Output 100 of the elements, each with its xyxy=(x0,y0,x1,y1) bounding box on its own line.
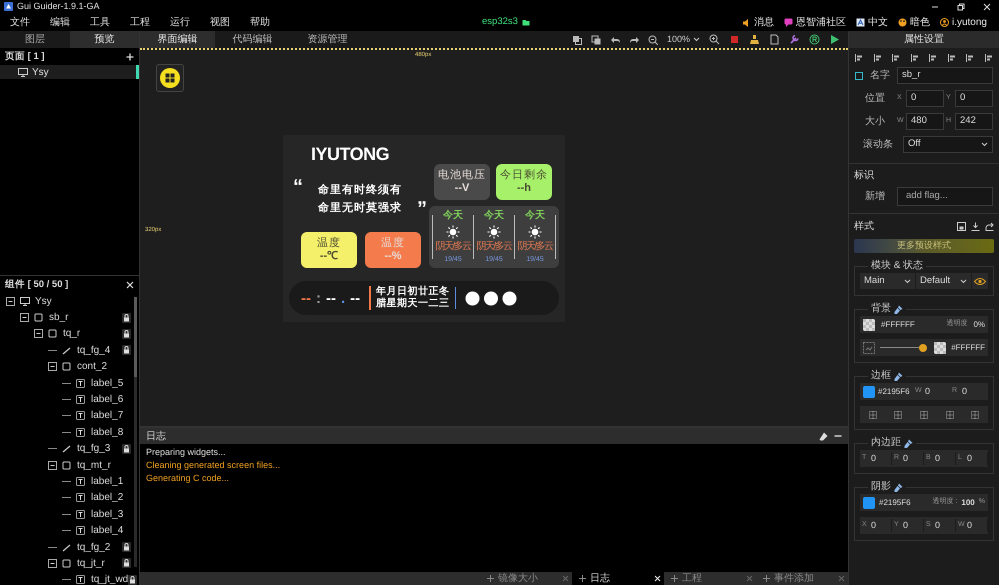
align-icon[interactable] xyxy=(874,54,882,62)
header-link[interactable]: 恩智浦社区 xyxy=(784,14,846,30)
align-icon[interactable] xyxy=(948,54,956,62)
eraser-icon[interactable] xyxy=(819,432,828,440)
menu-item[interactable]: 编辑 xyxy=(50,14,70,30)
stop-icon[interactable] xyxy=(729,34,740,45)
dock-tab[interactable]: 工程 xyxy=(664,572,756,585)
state-select[interactable]: Default xyxy=(916,273,972,289)
align-icon[interactable] xyxy=(910,54,919,62)
input-field[interactable]: 0 xyxy=(906,90,944,107)
download-icon[interactable] xyxy=(971,222,980,231)
swatch-icon[interactable] xyxy=(934,342,946,354)
tree-item[interactable]: tq_jt_r xyxy=(0,555,139,572)
menu-item[interactable]: 工具 xyxy=(90,14,110,30)
flag-input[interactable]: add flag... xyxy=(897,187,993,206)
menu-item[interactable]: 视图 xyxy=(210,14,230,30)
editor-tab[interactable]: 代码编辑 xyxy=(215,31,290,48)
collapse-toggle-icon[interactable] xyxy=(6,296,15,306)
wrench-icon[interactable] xyxy=(789,34,800,45)
menu-item[interactable]: 运行 xyxy=(170,14,190,30)
share-icon[interactable] xyxy=(985,222,994,231)
tree-item[interactable]: label_2 xyxy=(0,490,139,506)
header-link[interactable]: 消息 xyxy=(742,14,774,30)
tree-item[interactable]: Ysy xyxy=(0,293,139,310)
duplicate-icon[interactable] xyxy=(590,34,601,44)
align-icon[interactable] xyxy=(929,54,938,62)
align-icon[interactable] xyxy=(892,54,900,62)
tree-item[interactable]: tq_jt_wd xyxy=(0,572,139,585)
swatch-icon[interactable] xyxy=(863,318,875,330)
field-value: 0 xyxy=(935,452,940,465)
preset-style-button[interactable]: 更多预设样式 xyxy=(854,239,994,253)
brush-icon[interactable] xyxy=(749,34,760,45)
input-field[interactable]: 0 xyxy=(955,90,993,107)
sun-icon xyxy=(446,224,460,239)
tree-item[interactable]: tq_fg_4 xyxy=(0,342,139,359)
dock-tab[interactable]: 日志 xyxy=(572,572,664,585)
color-swatch[interactable] xyxy=(863,496,875,508)
dock-tab[interactable]: 事件添加 xyxy=(756,572,848,585)
page-item[interactable]: Ysy xyxy=(0,65,139,79)
tree-item[interactable]: label_4 xyxy=(0,522,139,539)
dock-tab[interactable]: 镜像大小 xyxy=(480,572,572,585)
save-icon[interactable] xyxy=(957,222,966,231)
tree-item[interactable]: label_1 xyxy=(0,473,139,490)
tree-item[interactable]: tq_fg_2 xyxy=(0,538,139,556)
zoom-in-icon[interactable] xyxy=(709,34,720,45)
slider-thumb[interactable] xyxy=(918,344,927,352)
tree-item[interactable]: sb_r xyxy=(0,309,139,326)
input-field[interactable]: sb_r xyxy=(897,67,993,84)
border-side-icon[interactable] xyxy=(946,410,954,418)
border-side-icon[interactable] xyxy=(894,410,902,418)
color-swatch[interactable] xyxy=(863,386,875,398)
editor-tab[interactable]: 资源管理 xyxy=(290,31,365,48)
tree-item[interactable]: label_7 xyxy=(0,408,139,424)
panel-tab[interactable]: 预览 xyxy=(70,31,139,48)
state-select[interactable]: Main xyxy=(860,273,916,289)
collapse-toggle-icon[interactable] xyxy=(48,558,57,568)
input-field[interactable]: 480 xyxy=(906,113,944,130)
redo-icon[interactable] xyxy=(628,34,639,44)
border-side-icon[interactable] xyxy=(868,410,877,418)
header-link[interactable]: i.yutong xyxy=(940,14,987,30)
menu-item[interactable]: 文件 xyxy=(10,14,30,30)
menu-item[interactable]: 工程 xyxy=(130,14,150,30)
image-icon[interactable] xyxy=(863,342,875,354)
editor-tab[interactable]: 界面编辑 xyxy=(140,31,215,48)
collapse-toggle-icon[interactable] xyxy=(48,460,57,470)
restore-icon[interactable] xyxy=(957,2,965,10)
tree-item[interactable]: label_5 xyxy=(0,374,139,392)
checkbox[interactable] xyxy=(855,72,863,80)
panel-tab[interactable]: 图层 xyxy=(0,31,70,48)
copy-icon[interactable] xyxy=(572,34,582,44)
tree-item[interactable]: cont_2 xyxy=(0,358,139,375)
zoom-select[interactable]: 100% xyxy=(666,32,700,46)
collapse-toggle-icon[interactable] xyxy=(34,329,43,338)
border-side-icon[interactable] xyxy=(971,410,980,418)
header-link[interactable]: 暗色 xyxy=(898,14,930,30)
undo-icon[interactable] xyxy=(610,34,620,44)
input-field[interactable]: 242 xyxy=(955,113,993,130)
border-side-icon[interactable] xyxy=(920,410,928,418)
menu-item[interactable]: 帮助 xyxy=(250,14,270,30)
tree-item[interactable]: label_6 xyxy=(0,391,139,408)
tree-item[interactable]: tq_r xyxy=(0,326,139,342)
align-icon[interactable] xyxy=(966,54,974,62)
tree-item[interactable]: tq_fg_3 xyxy=(0,440,139,457)
r-circle-icon[interactable] xyxy=(809,34,820,45)
tree-item[interactable]: label_8 xyxy=(0,424,139,441)
slider-track[interactable] xyxy=(880,344,926,352)
tree-item[interactable]: label_3 xyxy=(0,506,139,522)
eye-icon[interactable] xyxy=(974,276,986,286)
header-link[interactable]: 中文 xyxy=(856,14,888,30)
widget-button[interactable] xyxy=(156,64,184,92)
align-icon[interactable] xyxy=(855,54,863,62)
collapse-toggle-icon[interactable] xyxy=(48,362,57,372)
scrollbar-select[interactable]: Off xyxy=(903,136,993,153)
collapse-toggle-icon[interactable] xyxy=(20,313,29,322)
play-icon[interactable] xyxy=(829,34,840,45)
tree-item[interactable]: tq_mt_r xyxy=(0,456,139,474)
file-icon[interactable] xyxy=(769,34,780,45)
zoom-out-icon[interactable] xyxy=(648,34,658,44)
add-icon[interactable] xyxy=(126,53,134,61)
align-icon[interactable] xyxy=(984,54,993,62)
